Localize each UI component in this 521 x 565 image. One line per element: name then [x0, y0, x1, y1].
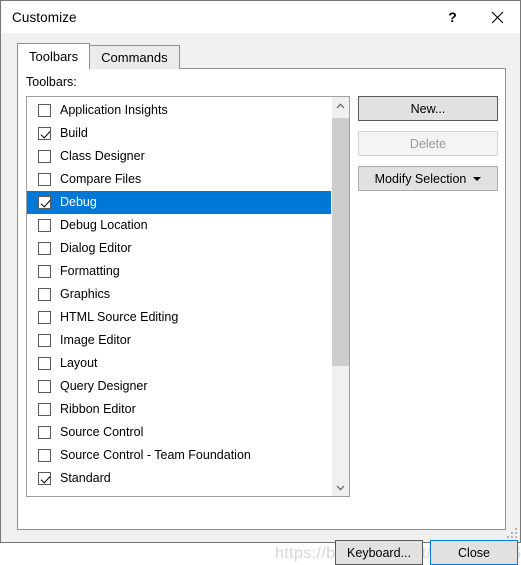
list-item-label: Debug	[60, 195, 97, 210]
list-item[interactable]: Image Editor	[27, 329, 331, 352]
chevron-down-icon	[473, 176, 482, 181]
resize-grip-icon[interactable]	[504, 526, 518, 540]
delete-button[interactable]: Delete	[358, 131, 498, 156]
list-item-label: Image Editor	[60, 333, 131, 348]
list-item-label: Build	[60, 126, 88, 141]
list-item[interactable]: Ribbon Editor	[27, 398, 331, 421]
list-item[interactable]: Compare Files	[27, 168, 331, 191]
tab-commands[interactable]: Commands	[89, 45, 180, 69]
checkbox-checked-icon[interactable]	[38, 472, 51, 485]
list-item[interactable]: Class Designer	[27, 145, 331, 168]
list-item[interactable]: Build	[27, 122, 331, 145]
list-item-label: Dialog Editor	[60, 241, 132, 256]
list-item-label: Source Control - Team Foundation	[60, 448, 251, 463]
title-bar: Customize ?	[1, 1, 520, 33]
list-item[interactable]: Formatting	[27, 260, 331, 283]
checkbox-unchecked-icon[interactable]	[38, 104, 51, 117]
toolbars-list-items: Application Insights Build Class Designer C…	[27, 97, 331, 496]
list-item-label: Formatting	[60, 264, 120, 279]
close-button[interactable]: Close	[430, 540, 518, 565]
checkbox-unchecked-icon[interactable]	[38, 265, 51, 278]
list-item-label: Class Designer	[60, 149, 145, 164]
window-title: Customize	[12, 9, 77, 25]
checkbox-checked-icon[interactable]	[38, 196, 51, 209]
help-button[interactable]: ?	[430, 1, 475, 33]
keyboard-button[interactable]: Keyboard...	[335, 540, 423, 565]
caption-buttons: ?	[430, 1, 520, 33]
modify-selection-label: Modify Selection	[374, 171, 467, 186]
list-item[interactable]: Graphics	[27, 283, 331, 306]
list-item[interactable]: Source Control	[27, 421, 331, 444]
list-item-label: Graphics	[60, 287, 111, 302]
list-item[interactable]: Application Insights	[27, 99, 331, 122]
checkbox-checked-icon[interactable]	[38, 127, 51, 140]
checkbox-unchecked-icon[interactable]	[38, 426, 51, 439]
tab-toolbars-label: Toolbars	[29, 49, 79, 64]
scrollbar-up-button[interactable]	[332, 97, 349, 114]
checkbox-unchecked-icon[interactable]	[38, 311, 51, 324]
list-item[interactable]: HTML Source Editing	[27, 306, 331, 329]
list-item[interactable]: Layout	[27, 352, 331, 375]
checkbox-unchecked-icon[interactable]	[38, 219, 51, 232]
checkbox-unchecked-icon[interactable]	[38, 380, 51, 393]
list-item-label: Standard	[60, 471, 111, 486]
chevron-down-icon	[336, 485, 345, 491]
checkbox-unchecked-icon[interactable]	[38, 403, 51, 416]
list-item[interactable]: Standard	[27, 467, 331, 490]
listbox-scrollbar[interactable]	[331, 97, 349, 496]
list-item-label: Query Designer	[60, 379, 148, 394]
scrollbar-down-button[interactable]	[332, 479, 349, 496]
tab-toolbars[interactable]: Toolbars	[17, 43, 91, 69]
list-item-label: Compare Files	[60, 172, 142, 187]
list-item[interactable]: Query Designer	[27, 375, 331, 398]
checkbox-unchecked-icon[interactable]	[38, 150, 51, 163]
close-icon	[491, 11, 504, 23]
list-item[interactable]: Source Control - Team Foundation	[27, 444, 331, 467]
list-item-label: Debug Location	[60, 218, 148, 233]
checkbox-unchecked-icon[interactable]	[38, 173, 51, 186]
scrollbar-thumb[interactable]	[332, 118, 349, 366]
window-close-button[interactable]	[475, 1, 520, 33]
checkbox-unchecked-icon[interactable]	[38, 334, 51, 347]
chevron-up-icon	[336, 102, 345, 108]
checkbox-unchecked-icon[interactable]	[38, 242, 51, 255]
list-item-label: Ribbon Editor	[60, 402, 136, 417]
checkbox-unchecked-icon[interactable]	[38, 449, 51, 462]
customize-dialog: Customize ? Toolbars Commands Toolbars: …	[0, 0, 521, 565]
list-item-label: HTML Source Editing	[60, 310, 179, 325]
tab-commands-label: Commands	[101, 50, 168, 65]
new-button[interactable]: New...	[358, 96, 498, 121]
tab-strip: Toolbars Commands	[17, 43, 180, 69]
checkbox-unchecked-icon[interactable]	[38, 357, 51, 370]
list-item-label: Source Control	[60, 425, 144, 440]
checkbox-unchecked-icon[interactable]	[38, 288, 51, 301]
toolbars-group-label: Toolbars:	[26, 75, 77, 89]
list-item[interactable]: Debug	[27, 191, 331, 214]
toolbars-tab-page: Toolbars: Application Insights Build Class…	[17, 68, 506, 530]
dialog-client-area: Toolbars Commands Toolbars: Application …	[1, 33, 521, 565]
list-item[interactable]: Debug Location	[27, 214, 331, 237]
modify-selection-button[interactable]: Modify Selection	[358, 166, 498, 191]
list-item[interactable]: Dialog Editor	[27, 237, 331, 260]
toolbars-listbox[interactable]: Application Insights Build Class Designer C…	[26, 96, 350, 497]
list-item-label: Application Insights	[60, 103, 168, 118]
list-item-label: Layout	[60, 356, 98, 371]
question-mark-icon: ?	[448, 9, 457, 25]
